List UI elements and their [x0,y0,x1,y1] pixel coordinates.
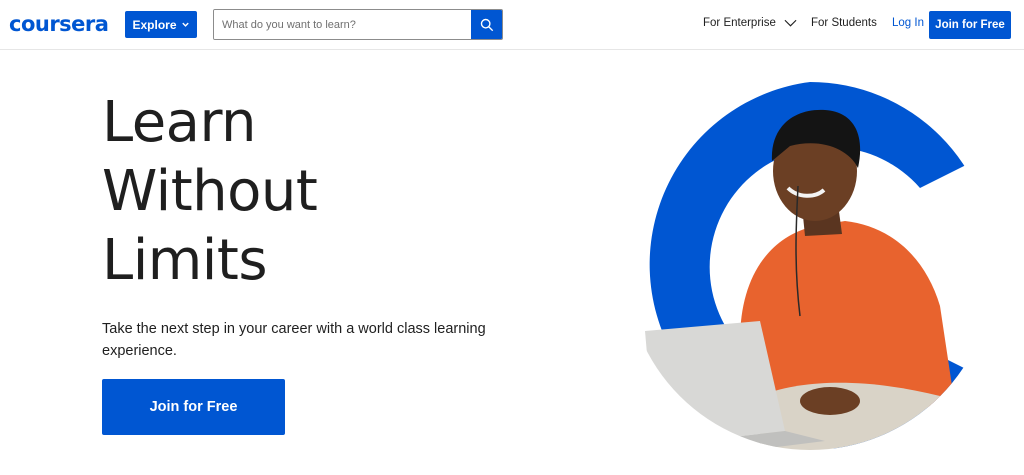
search-button[interactable] [471,10,502,39]
join-for-free-hero-button[interactable]: Join for Free [102,379,285,435]
for-students-link[interactable]: For Students [811,17,877,29]
for-enterprise-label: For Enterprise [703,17,776,29]
search-icon [480,18,493,31]
for-enterprise-menu[interactable]: For Enterprise [703,17,797,29]
hero-title-line: Limits [102,228,268,293]
explore-label: Explore [132,17,177,32]
join-for-free-header-button[interactable]: Join for Free [929,11,1011,39]
hero-title: Learn Without Limits [102,88,318,295]
log-in-link[interactable]: Log In [892,17,924,29]
coursera-logo[interactable]: coursera [9,10,109,38]
chevron-down-icon [784,19,797,27]
hero-image [626,82,994,450]
explore-button[interactable]: Explore [125,11,197,38]
chevron-down-icon [181,22,189,27]
search-input[interactable] [214,10,471,39]
laptop [645,321,785,446]
search-bar [213,9,503,40]
hero-title-line: Learn [102,90,257,155]
hero-title-line: Without [102,159,318,224]
hero-subtitle: Take the next step in your career with a… [102,321,486,359]
top-navigation-bar: coursera Explore For Enterprise For Stud… [0,0,1024,50]
